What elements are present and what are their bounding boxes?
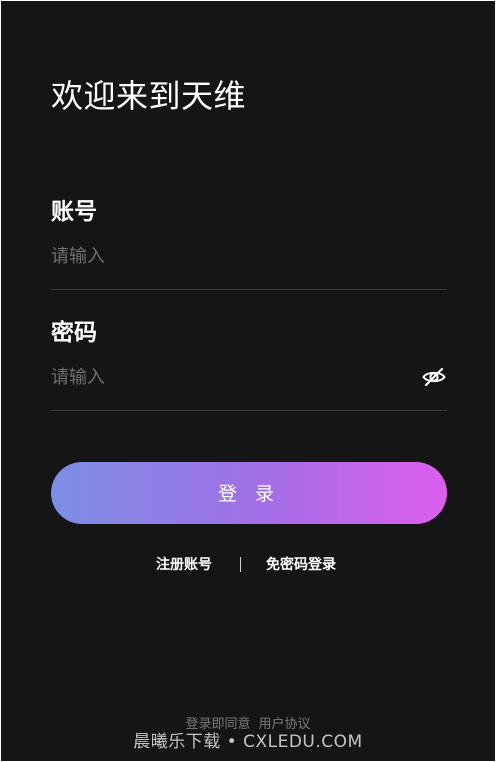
password-visibility-toggle[interactable] (421, 364, 447, 390)
watermark: 晨曦乐下载 • CXLEDU.COM (133, 732, 363, 752)
register-link[interactable]: 注册账号 (156, 553, 212, 577)
eye-off-icon (422, 367, 446, 387)
sms-login-link[interactable]: 免密码登录 (266, 553, 336, 577)
links-separator (240, 557, 241, 572)
password-divider (51, 410, 447, 411)
password-label: 密码 (51, 320, 97, 346)
account-label: 账号 (51, 199, 97, 225)
login-button[interactable]: 登 录 (51, 462, 447, 524)
secondary-links: 注册账号 免密码登录 (1, 553, 495, 577)
account-divider (51, 289, 447, 290)
login-screen: 欢迎来到天维 账号 密码 登 录 注册账号 免密码登录 登录即同意用户协议 晨曦… (1, 1, 495, 761)
page-title: 欢迎来到天维 (51, 77, 247, 115)
account-input[interactable] (51, 241, 381, 271)
password-input[interactable] (51, 362, 381, 392)
